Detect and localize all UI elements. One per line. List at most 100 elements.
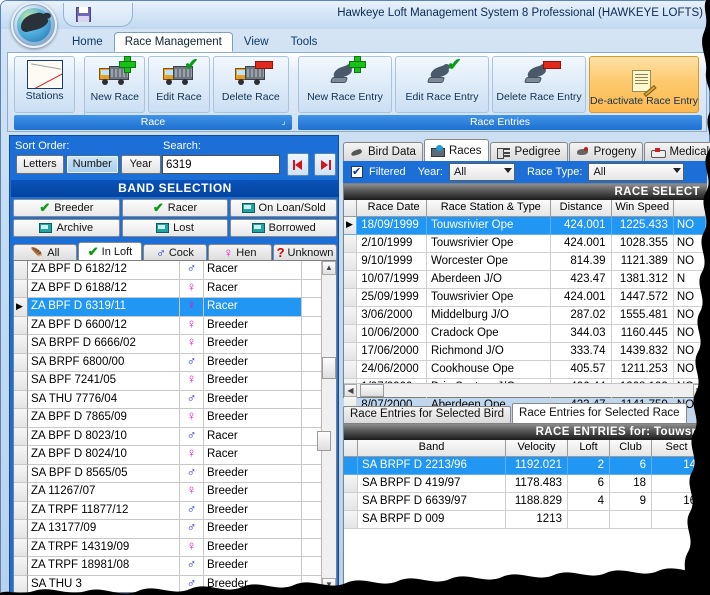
band-list-row[interactable]: SA BPF D 8565/05♂Breeder — [14, 465, 336, 484]
row-selector[interactable] — [14, 391, 28, 410]
race-grid-row[interactable]: 10/06/2000Cradock Ope344.031160.445NO — [344, 325, 706, 343]
middle-splitter-thumb[interactable] — [317, 431, 331, 451]
race-grid-row[interactable]: 2/10/1999Touwsrivier Ope424.0011028.355N… — [344, 235, 706, 253]
filter-lost-button[interactable]: Lost — [122, 219, 229, 237]
tab-medical[interactable]: Medical — [644, 142, 710, 161]
row-selector[interactable] — [344, 475, 358, 493]
entry-grid-header-velocity[interactable]: Velocity — [506, 440, 568, 457]
row-selector[interactable] — [344, 457, 358, 475]
row-selector[interactable] — [14, 446, 28, 465]
tab-hen[interactable]: ♀ Hen — [208, 244, 272, 261]
scroll-thumb[interactable] — [322, 357, 336, 379]
filter-borrowed-button[interactable]: Borrowed — [230, 219, 337, 237]
go-last-icon[interactable] — [314, 153, 336, 176]
sort-year-button[interactable]: Year — [121, 155, 161, 174]
race-type-select[interactable]: All — [588, 163, 684, 181]
filter-breeder-button[interactable]: ✔ Breeder — [13, 199, 120, 217]
race-grid-row[interactable]: 18/09/1999Touwsrivier Ope424.0011225.433… — [344, 217, 706, 235]
band-list-row[interactable]: SA BRPF D 6666/02♀Breeder — [14, 335, 336, 354]
row-selector[interactable] — [344, 325, 357, 343]
row-selector[interactable] — [344, 235, 357, 253]
scroll-right-icon[interactable]: ▶ — [693, 384, 706, 397]
row-selector[interactable] — [344, 493, 358, 511]
entry-grid-row[interactable]: SA BRPF D 419/971178.4836182 — [344, 475, 706, 493]
band-list-row[interactable]: ZA BPF D 8024/10♀Racer — [14, 446, 336, 465]
hscroll-thumb[interactable] — [360, 384, 384, 397]
delete-race-entry-button[interactable]: Delete Race Entry — [492, 56, 586, 113]
row-selector[interactable] — [14, 520, 28, 539]
race-grid-row[interactable]: 25/09/1999Touwsrivier Ope424.0011447.572… — [344, 289, 706, 307]
band-list-row[interactable]: ZA 13177/09♂Breeder — [14, 520, 336, 539]
row-selector[interactable] — [14, 354, 28, 373]
race-grid-row[interactable]: 17/06/2000Richmond J/O333.741439.832NO — [344, 343, 706, 361]
entry-grid-header-loft[interactable]: Loft — [568, 440, 610, 457]
entry-grid-row[interactable]: SA BRPF D 0091213 — [344, 511, 706, 529]
tab-progeny[interactable]: Progeny — [569, 142, 644, 161]
row-selector[interactable] — [344, 307, 357, 325]
ribbon-tab-race-management[interactable]: Race Management — [114, 32, 233, 52]
band-list-scrollbar[interactable]: ▲ ▼ — [321, 261, 336, 592]
tab-bird-data[interactable]: Bird Data — [343, 142, 423, 161]
race-grid-row[interactable]: 3/06/2000Middelburg J/O287.021555.481NO — [344, 307, 706, 325]
tab-cock[interactable]: ♂ Cock — [143, 244, 207, 261]
band-list-row[interactable]: ZA BPF D 6188/12♀Racer — [14, 280, 336, 299]
band-list-row[interactable]: ZA 11267/07♀Breeder — [14, 483, 336, 502]
race-grid-hscrollbar[interactable]: ◀ ▶ — [344, 383, 706, 397]
row-selector[interactable] — [344, 361, 357, 379]
dialog-launcher-icon[interactable]: ⌟ — [279, 117, 288, 126]
tab-all[interactable]: 🪶 All — [13, 244, 77, 261]
race-select-grid[interactable]: RACE SELECT Race Date Race Station & Typ… — [343, 183, 707, 398]
filter-on-loan-sold-button[interactable]: On Loan/Sold — [230, 199, 337, 217]
scroll-left-icon[interactable]: ◀ — [344, 384, 357, 397]
row-selector[interactable] — [14, 335, 28, 354]
row-selector[interactable] — [344, 511, 358, 529]
filter-racer-button[interactable]: ✔ Racer — [122, 199, 229, 217]
entry-grid-header-sect[interactable]: Sect — [652, 440, 702, 457]
save-disk-icon[interactable] — [76, 7, 91, 22]
entry-grid-row[interactable]: SA BRPF D 6639/971188.8294916 — [344, 493, 706, 511]
band-list-row[interactable]: SA THU 7776/04♂Breeder — [14, 391, 336, 410]
race-grid-header-station[interactable]: Race Station & Type — [427, 200, 551, 217]
delete-race-button[interactable]: Delete Race — [213, 56, 289, 113]
edit-race-button[interactable]: ✔ Edit Race — [148, 56, 209, 113]
ribbon-tab-view[interactable]: View — [233, 32, 280, 52]
row-selector[interactable] — [14, 317, 28, 336]
sort-letters-button[interactable]: Letters — [16, 155, 64, 174]
band-list-row[interactable]: ZA BPF D 8023/10♂Racer — [14, 428, 336, 447]
race-grid-header-win-speed[interactable]: Win Speed — [612, 200, 674, 217]
row-selector[interactable] — [344, 271, 357, 289]
row-selector[interactable] — [14, 465, 28, 484]
row-selector[interactable] — [14, 298, 28, 317]
year-select[interactable]: All — [449, 163, 515, 181]
ribbon-tab-home[interactable]: Home — [61, 32, 114, 52]
filter-archive-button[interactable]: Archive — [13, 219, 120, 237]
entry-grid-row[interactable]: SA BRPF D 2213/961192.0212614 — [344, 457, 706, 475]
band-list-grid[interactable]: ZA BPF D 6182/12♂RacerZA BPF D 6188/12♀R… — [13, 260, 337, 593]
entry-grid-header-club[interactable]: Club — [610, 440, 652, 457]
row-selector[interactable] — [14, 557, 28, 576]
row-selector[interactable] — [14, 483, 28, 502]
row-selector[interactable] — [14, 539, 28, 558]
row-selector[interactable] — [344, 289, 357, 307]
tab-unknown[interactable]: ? Unknown — [273, 244, 337, 261]
new-race-entry-button[interactable]: New Race Entry — [298, 56, 392, 113]
band-list-row[interactable]: ZA TRPF 18981/08♂Breeder — [14, 557, 336, 576]
row-selector[interactable] — [14, 409, 28, 428]
band-list-row[interactable]: ZA TRPF 14319/09♀Breeder — [14, 539, 336, 558]
tab-races[interactable]: Races — [424, 139, 489, 161]
tab-pedigree[interactable]: Pedigree — [490, 142, 568, 161]
tab-in-loft[interactable]: ✔ In Loft — [78, 242, 142, 261]
band-list-row[interactable]: ZA BPF D 6600/12♀Breeder — [14, 317, 336, 336]
row-selector[interactable] — [14, 280, 28, 299]
tab-entries-for-selected-bird[interactable]: Race Entries for Selected Bird — [343, 406, 511, 423]
row-selector[interactable] — [14, 261, 28, 280]
row-selector[interactable] — [344, 253, 357, 271]
band-list-row[interactable]: ZA BPF D 7865/09♀Breeder — [14, 409, 336, 428]
pigeon-globe-logo-icon[interactable] — [11, 2, 57, 48]
ribbon-tab-tools[interactable]: Tools — [280, 32, 329, 52]
go-first-icon[interactable] — [287, 153, 309, 176]
scroll-down-icon[interactable]: ▼ — [322, 578, 336, 592]
race-grid-row[interactable]: 10/07/1999Aberdeen J/O423.471381.312N — [344, 271, 706, 289]
band-list-row[interactable]: SA THU 3♂Breeder — [14, 576, 336, 594]
filtered-checkbox[interactable] — [351, 166, 363, 178]
